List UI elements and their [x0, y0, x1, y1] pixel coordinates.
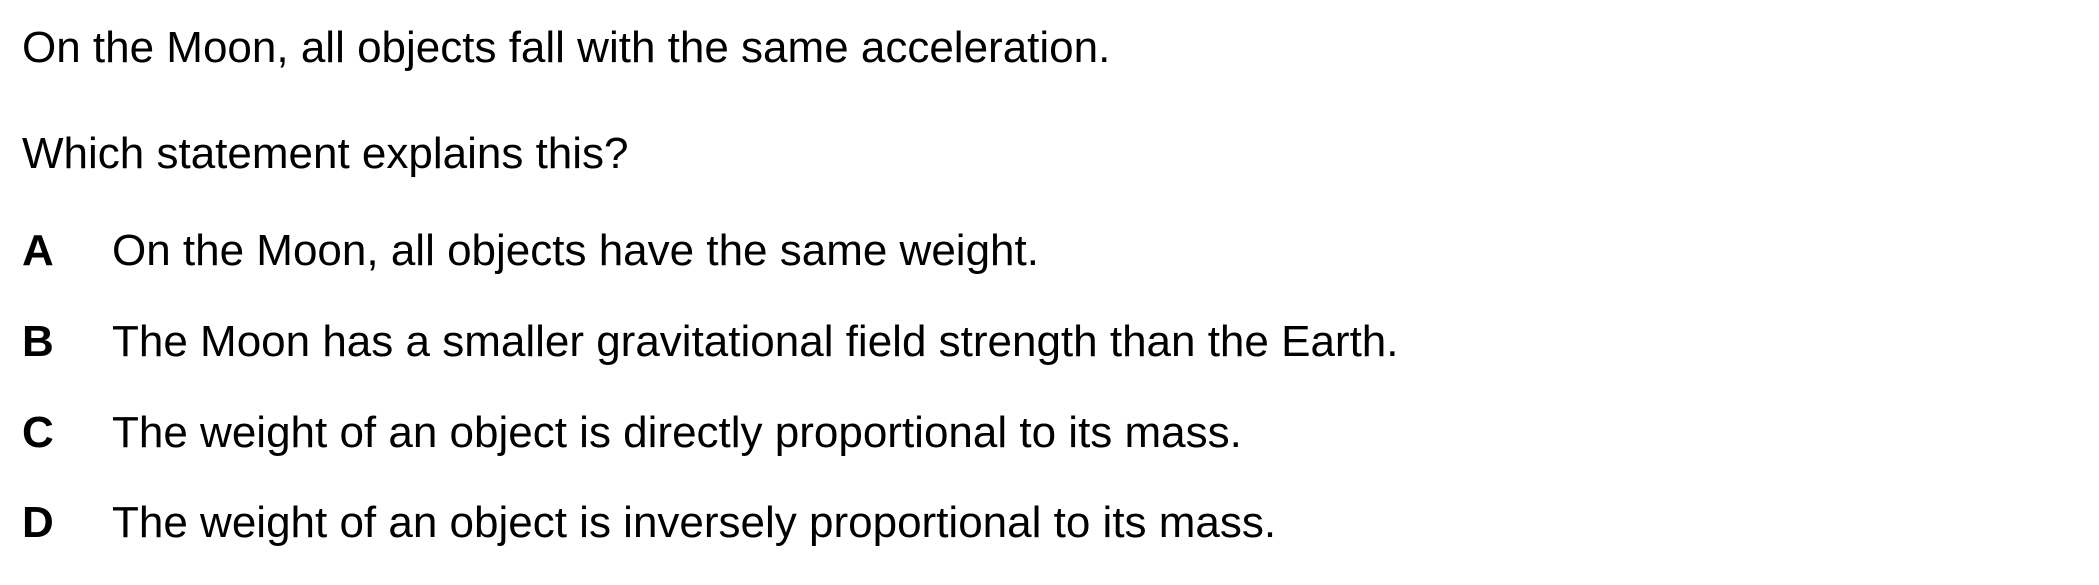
- option-b-text: The Moon has a smaller gravitational fie…: [112, 317, 1399, 366]
- option-d-text: The weight of an object is inversely pro…: [112, 498, 1277, 547]
- option-c-letter: C: [22, 408, 54, 457]
- question-prompt: Which statement explains this?: [22, 129, 629, 178]
- question-stem: On the Moon, all objects fall with the s…: [22, 23, 1111, 72]
- option-a-text: On the Moon, all objects have the same w…: [112, 226, 1039, 275]
- option-c-text: The weight of an object is directly prop…: [112, 408, 1242, 457]
- option-b-letter: B: [22, 317, 54, 366]
- option-d-letter: D: [22, 498, 54, 547]
- question-page: On the Moon, all objects fall with the s…: [0, 0, 2099, 585]
- option-a-letter: A: [22, 226, 54, 275]
